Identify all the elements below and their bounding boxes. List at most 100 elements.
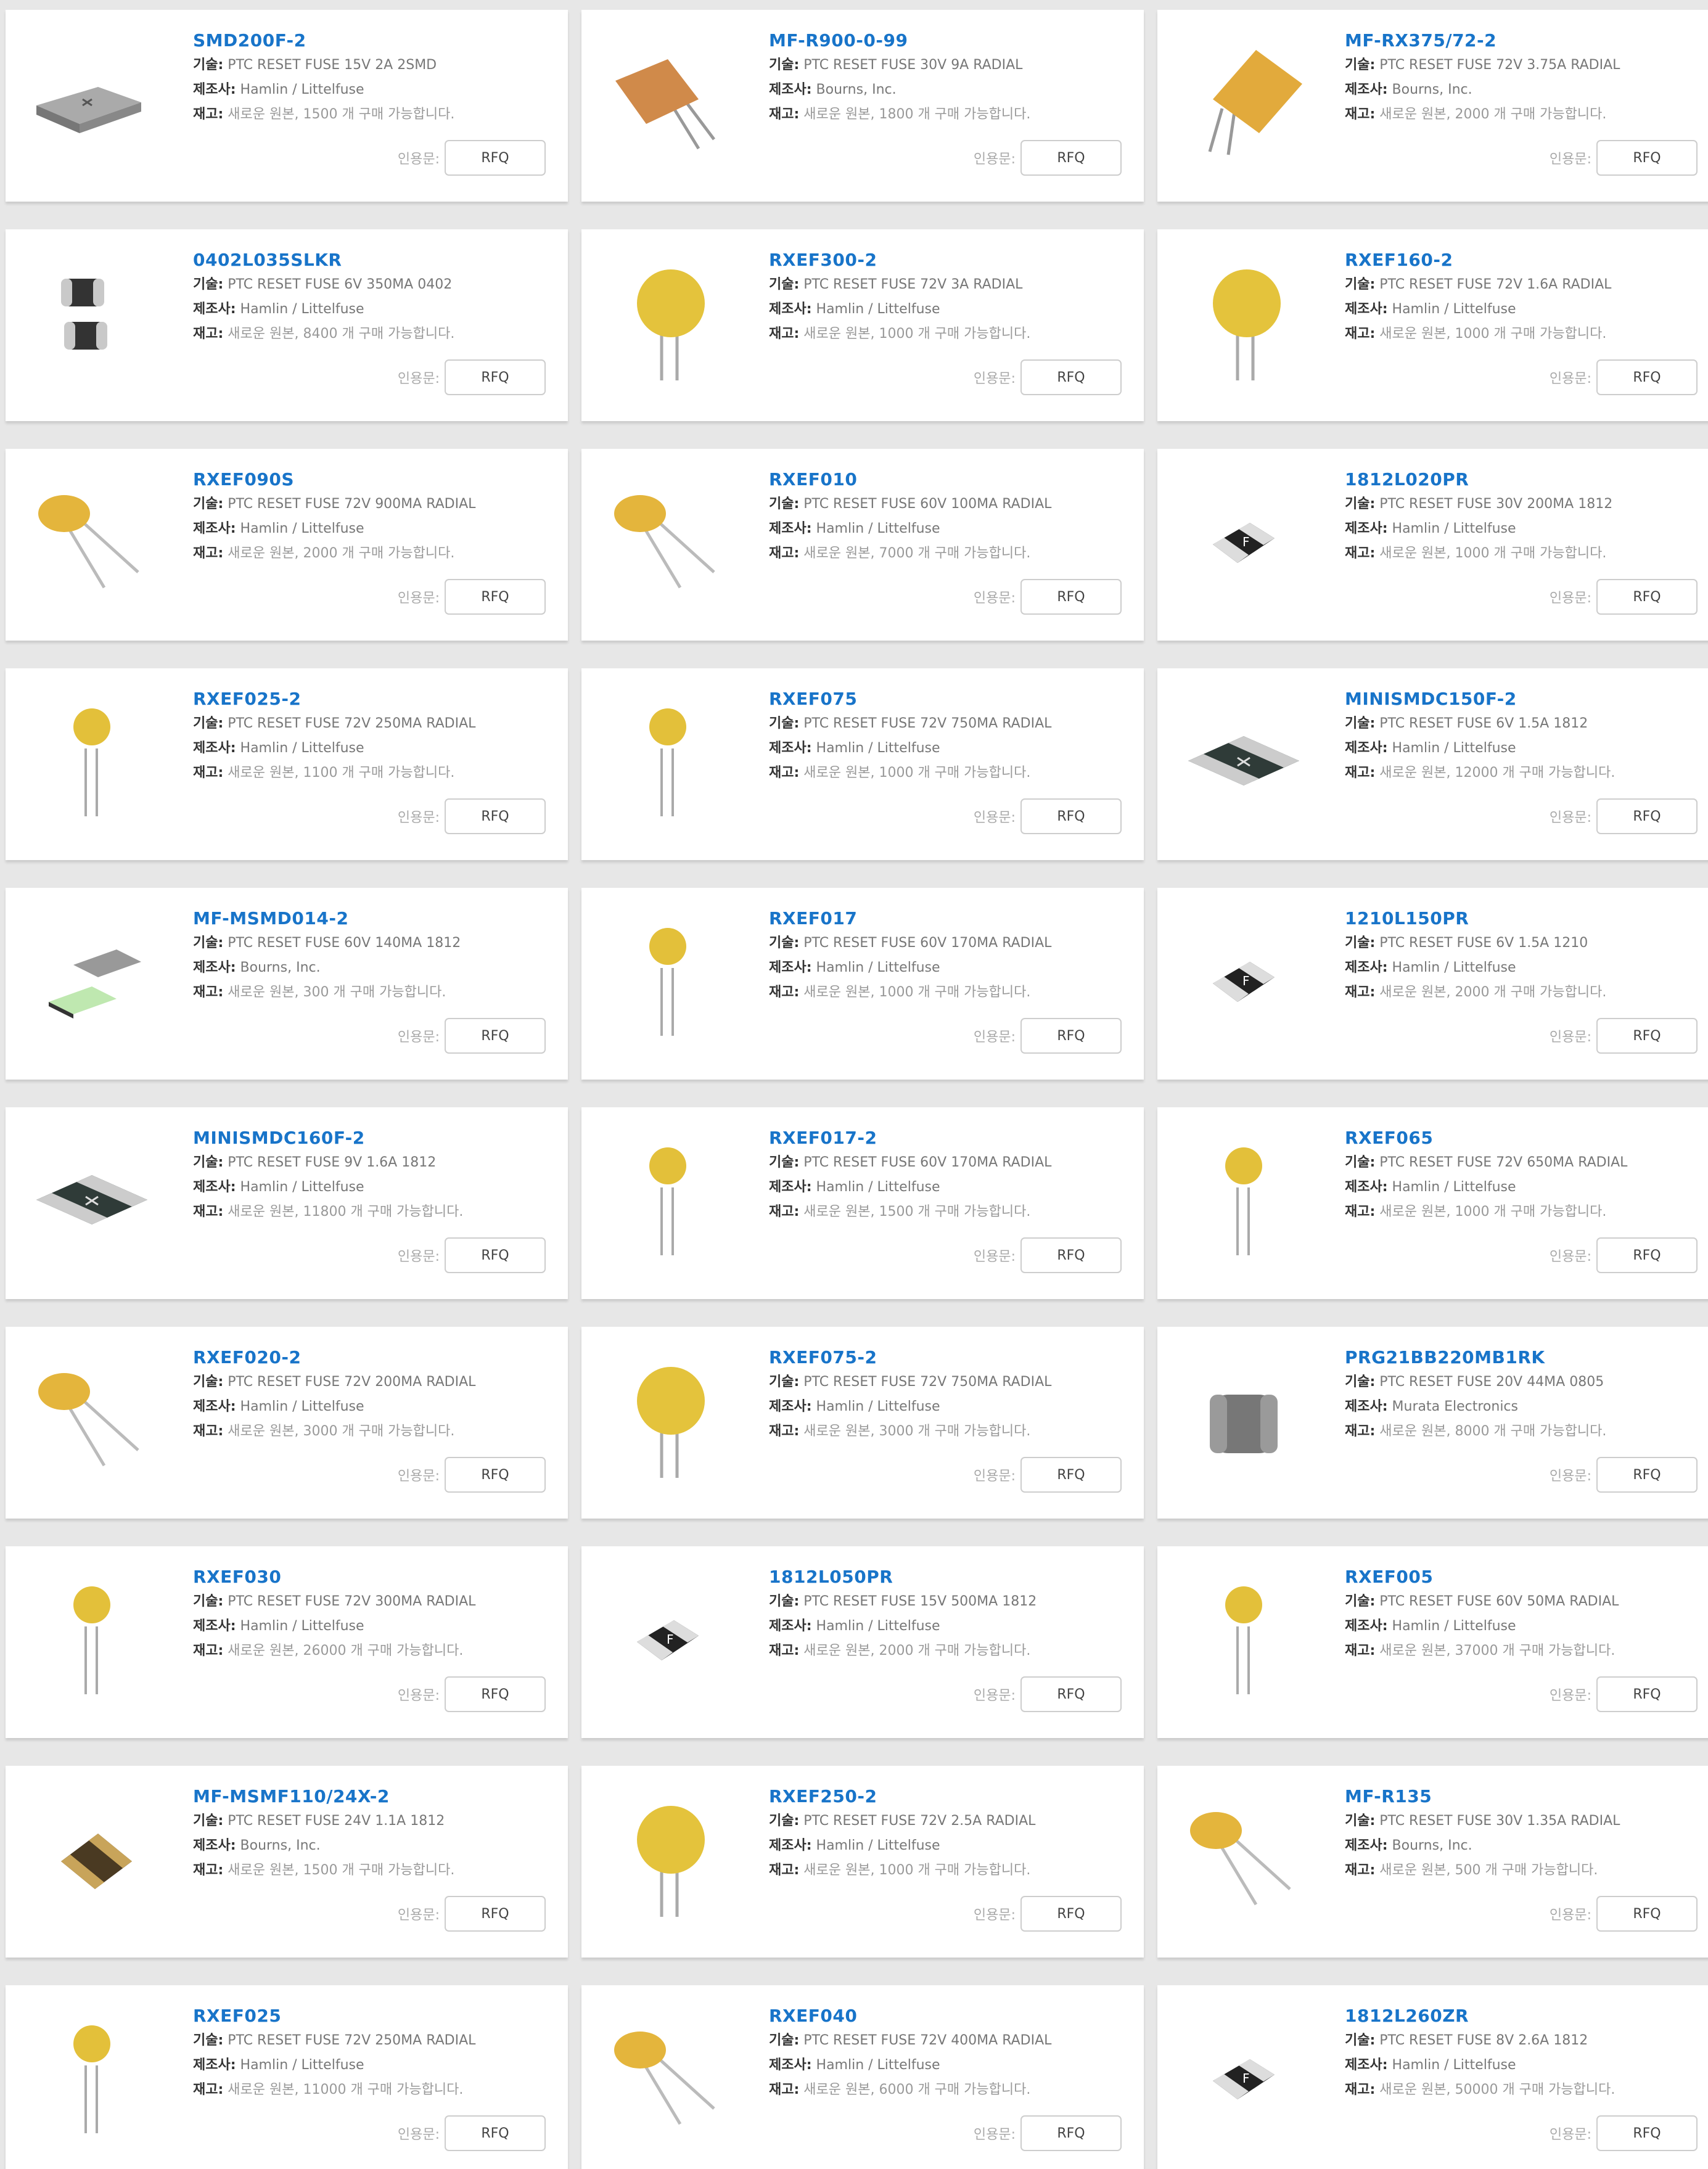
product-image[interactable] [24, 41, 154, 164]
rfq-button[interactable]: RFQ [1020, 1457, 1122, 1493]
rfq-button[interactable]: RFQ [1596, 1457, 1698, 1493]
part-number-link[interactable]: RXEF040 [769, 2004, 857, 2028]
rfq-button[interactable]: RFQ [445, 2115, 546, 2151]
product-card: RXEF040 기술: PTC RESET FUSE 72V 400MA RAD… [581, 1985, 1144, 2169]
rfq-button[interactable]: RFQ [1020, 140, 1122, 176]
product-image[interactable] [1176, 1797, 1305, 1920]
product-image[interactable] [600, 260, 729, 383]
product-image[interactable] [24, 2016, 154, 2139]
rfq-button[interactable]: RFQ [445, 1676, 546, 1712]
part-number-link[interactable]: 1812L260ZR [1345, 2004, 1469, 2028]
product-image[interactable] [1176, 1138, 1305, 1261]
manufacturer-value: Hamlin / Littelfuse [1392, 1618, 1516, 1634]
part-number-link[interactable]: RXEF090S [193, 467, 294, 492]
rfq-button[interactable]: RFQ [1596, 579, 1698, 615]
part-number-link[interactable]: RXEF017 [769, 906, 857, 931]
rfq-button[interactable]: RFQ [1596, 798, 1698, 834]
rfq-button[interactable]: RFQ [1596, 140, 1698, 176]
manufacturer-row: 제조사: Hamlin / Littelfuse [769, 297, 1125, 322]
rfq-button[interactable]: RFQ [445, 359, 546, 395]
rfq-button[interactable]: RFQ [1020, 359, 1122, 395]
product-image[interactable] [24, 480, 154, 603]
product-image[interactable] [1176, 1358, 1305, 1481]
product-image[interactable] [1176, 699, 1305, 822]
tech-row: 기술: PTC RESET FUSE 15V 2A 2SMD [193, 53, 549, 78]
rfq-button[interactable]: RFQ [1596, 1896, 1698, 1932]
part-number-link[interactable]: MF-R900-0-99 [769, 28, 908, 53]
product-image[interactable] [600, 41, 729, 164]
product-image[interactable] [1176, 1577, 1305, 1700]
rfq-button[interactable]: RFQ [1020, 1676, 1122, 1712]
product-image[interactable] [600, 1797, 729, 1920]
stock-row: 재고: 새로운 원본, 1500 개 구매 가능합니다. [193, 102, 549, 127]
product-image[interactable]: F [1176, 480, 1305, 603]
rfq-button[interactable]: RFQ [1020, 1237, 1122, 1273]
part-number-link[interactable]: RXEF075 [769, 687, 857, 711]
part-number-link[interactable]: PRG21BB220MB1RK [1345, 1345, 1545, 1370]
part-number-link[interactable]: RXEF300-2 [769, 248, 877, 273]
part-number-link[interactable]: RXEF025 [193, 2004, 281, 2028]
part-number-link[interactable]: RXEF160-2 [1345, 248, 1453, 273]
rfq-button[interactable]: RFQ [445, 798, 546, 834]
rfq-button[interactable]: RFQ [445, 1896, 546, 1932]
product-image[interactable] [24, 699, 154, 822]
part-number-link[interactable]: 1210L150PR [1345, 906, 1469, 931]
product-image[interactable]: F [1176, 2016, 1305, 2139]
rfq-button[interactable]: RFQ [1020, 1896, 1122, 1932]
part-number-link[interactable]: RXEF250-2 [769, 1784, 877, 1809]
rfq-button[interactable]: RFQ [1596, 1018, 1698, 1054]
part-number-link[interactable]: RXEF030 [193, 1565, 281, 1589]
rfq-button[interactable]: RFQ [445, 579, 546, 615]
rfq-button[interactable]: RFQ [445, 140, 546, 176]
rfq-button[interactable]: RFQ [445, 1237, 546, 1273]
part-number-link[interactable]: 1812L020PR [1345, 467, 1469, 492]
part-number-link[interactable]: RXEF065 [1345, 1126, 1433, 1150]
product-image[interactable] [24, 919, 154, 1042]
stock-row: 재고: 새로운 원본, 50000 개 구매 가능합니다. [1345, 2078, 1701, 2102]
product-image[interactable] [24, 260, 154, 383]
product-image[interactable] [600, 1358, 729, 1481]
part-number-link[interactable]: MF-MSMF110/24X-2 [193, 1784, 390, 1809]
product-image[interactable] [600, 919, 729, 1042]
product-image[interactable] [600, 2016, 729, 2139]
rfq-button[interactable]: RFQ [1596, 1676, 1698, 1712]
product-image[interactable] [1176, 41, 1305, 164]
part-number-link[interactable]: RXEF075-2 [769, 1345, 877, 1370]
part-number-link[interactable]: SMD200F-2 [193, 28, 306, 53]
product-image[interactable]: F [1176, 919, 1305, 1042]
rfq-button[interactable]: RFQ [1596, 1237, 1698, 1273]
part-number-link[interactable]: MF-R135 [1345, 1784, 1432, 1809]
part-number-link[interactable]: MF-MSMD014-2 [193, 906, 348, 931]
rfq-button[interactable]: RFQ [445, 1457, 546, 1493]
part-number-link[interactable]: MINISMDC150F-2 [1345, 687, 1517, 711]
product-image[interactable] [600, 699, 729, 822]
product-image[interactable] [24, 1797, 154, 1920]
manufacturer-value: Hamlin / Littelfuse [816, 521, 940, 536]
part-number-link[interactable]: RXEF005 [1345, 1565, 1433, 1589]
rfq-button[interactable]: RFQ [1020, 798, 1122, 834]
product-image[interactable] [24, 1358, 154, 1481]
part-number-link[interactable]: MF-RX375/72-2 [1345, 28, 1497, 53]
rfq-button[interactable]: RFQ [1020, 579, 1122, 615]
part-number-link[interactable]: 0402L035SLKR [193, 248, 342, 273]
part-number-link[interactable]: RXEF025-2 [193, 687, 301, 711]
part-number-link[interactable]: 1812L050PR [769, 1565, 893, 1589]
product-image[interactable] [600, 1138, 729, 1261]
rfq-button[interactable]: RFQ [1020, 2115, 1122, 2151]
quote-label: 인용문: [973, 1030, 1016, 1045]
part-number-link[interactable]: RXEF017-2 [769, 1126, 877, 1150]
part-number-link[interactable]: RXEF020-2 [193, 1345, 301, 1370]
radial-fuse-disc-small-icon [24, 2016, 154, 2139]
product-image[interactable]: F [600, 1577, 729, 1700]
part-number-link[interactable]: RXEF010 [769, 467, 857, 492]
rfq-button[interactable]: RFQ [445, 1018, 546, 1054]
product-image[interactable] [24, 1577, 154, 1700]
rfq-button[interactable]: RFQ [1020, 1018, 1122, 1054]
rfq-button[interactable]: RFQ [1596, 359, 1698, 395]
product-card: RXEF075 기술: PTC RESET FUSE 72V 750MA RAD… [581, 668, 1144, 860]
product-image[interactable] [1176, 260, 1305, 383]
part-number-link[interactable]: MINISMDC160F-2 [193, 1126, 365, 1150]
product-image[interactable] [600, 480, 729, 603]
product-image[interactable] [24, 1138, 154, 1261]
rfq-button[interactable]: RFQ [1596, 2115, 1698, 2151]
